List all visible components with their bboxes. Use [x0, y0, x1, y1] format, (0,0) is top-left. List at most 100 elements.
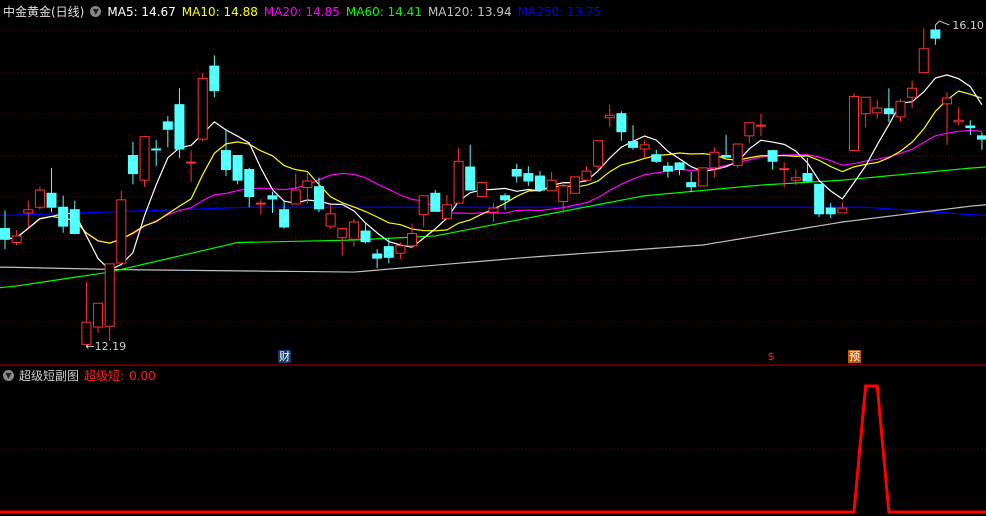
candle-up [709, 151, 720, 169]
candle-down [930, 29, 941, 39]
indicator-series-value: 0.00 [129, 368, 156, 383]
candle-up [348, 221, 359, 240]
candle-down [616, 113, 627, 133]
low-price-label: ←12.19 [85, 339, 127, 353]
candle-up [907, 87, 918, 98]
chevron-down-icon[interactable]: ▼ [3, 370, 14, 381]
candle-up [395, 245, 406, 254]
candle-up [895, 100, 906, 118]
candle-down [69, 209, 80, 235]
ma10-label: MA10: 14.88 [181, 4, 258, 19]
candle-down [523, 173, 534, 182]
candle-down [465, 166, 476, 191]
indicator-series-label: 超级短: [84, 369, 125, 383]
candle-up [918, 48, 929, 74]
candle-up [34, 189, 45, 208]
candle-up [407, 233, 418, 247]
candle-up [186, 161, 197, 164]
candle-down [58, 206, 69, 227]
candle-down [802, 173, 813, 182]
candle-down [628, 141, 639, 148]
candle-up [255, 202, 266, 205]
candle-down [46, 192, 57, 208]
candle-up [139, 136, 150, 181]
candle-up [197, 77, 208, 140]
candle-up [290, 189, 301, 205]
candle-down [500, 195, 511, 201]
candle-down [383, 246, 394, 258]
candle-up [581, 170, 592, 181]
stock-title: 中金黄金(日线) [3, 5, 85, 19]
financial-report-marker[interactable]: 财 [278, 350, 292, 363]
candle-down [686, 182, 697, 188]
candle-down [883, 108, 894, 115]
candle-down [151, 148, 162, 151]
candle-up [23, 209, 34, 214]
candle-up [639, 144, 650, 150]
candle-up [942, 97, 953, 105]
ma120-label: MA120: 13.94 [427, 4, 512, 19]
candle-down [674, 162, 685, 170]
candle-up [302, 180, 313, 189]
candle-down [0, 228, 10, 240]
candle-down [220, 150, 231, 170]
candle-up [604, 114, 615, 119]
candle-up [116, 199, 127, 264]
candle-up [11, 235, 22, 244]
candle-down [162, 121, 173, 130]
candle-down [721, 155, 732, 158]
candle-up [488, 207, 499, 213]
candle-down [244, 168, 255, 198]
candle-down [430, 192, 441, 212]
candle-down [267, 195, 278, 200]
candle-up [546, 179, 557, 192]
candle-up [953, 119, 964, 123]
candle-down [232, 155, 243, 181]
candle-down [127, 155, 138, 175]
ma250-label: MA250: 13.75 [517, 4, 602, 19]
candle-up [558, 185, 569, 202]
indicator-title: 超级短副图 [19, 369, 80, 383]
ma5-line [4, 74, 983, 271]
candle-up [755, 124, 766, 127]
high-pointer [935, 20, 950, 26]
candle-up [93, 302, 104, 328]
chevron-down-icon[interactable]: ▼ [90, 6, 102, 17]
candle-up [744, 122, 755, 137]
candle-up [569, 176, 580, 194]
ma5-label: MA5: 14.67 [107, 4, 176, 19]
candle-up [325, 213, 336, 227]
stock-chart[interactable] [0, 0, 986, 516]
candle-down [976, 135, 986, 140]
candle-down [209, 65, 220, 92]
candle-up [790, 177, 801, 181]
high-price-label: 16.10 [952, 19, 984, 33]
candle-up [441, 204, 452, 220]
main-chart-header: 中金黄金(日线) ▼ MA5: 14.67 MA10: 14.88 MA20: … [3, 3, 601, 20]
candle-up [697, 167, 708, 187]
candle-down [767, 150, 778, 162]
candle-up [476, 182, 487, 198]
candle-down [279, 209, 290, 228]
candle-down [372, 253, 383, 259]
candle-up [337, 228, 348, 239]
candle-up [872, 107, 883, 114]
candle-down [174, 104, 185, 150]
dividend-marker[interactable]: $ [766, 350, 776, 363]
candle-down [511, 168, 522, 177]
indicator-header: ▼ 超级短副图 超级短: 0.00 [3, 367, 156, 384]
candle-up [418, 195, 429, 216]
candle-down [965, 125, 976, 129]
ma20-line [4, 129, 982, 244]
candle-down [825, 207, 836, 215]
candle-up [848, 95, 859, 152]
forecast-marker[interactable]: 预 [847, 350, 861, 363]
candle-down [360, 230, 371, 243]
candle-down [662, 165, 673, 172]
candle-up [732, 143, 743, 166]
candle-down [651, 154, 662, 162]
candle-up [837, 207, 848, 214]
candle-down [814, 183, 825, 215]
candle-up [104, 263, 115, 327]
ma20-label: MA20: 14.85 [263, 4, 340, 19]
